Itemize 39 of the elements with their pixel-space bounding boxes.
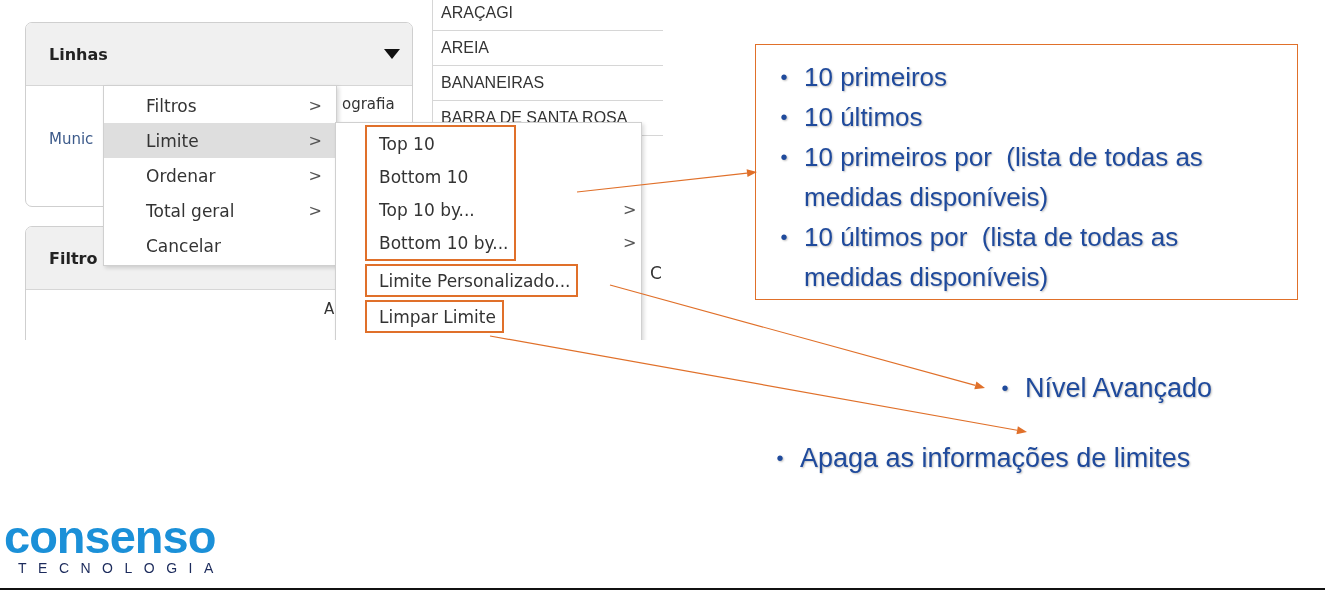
bullet-text: 10 primeiros	[804, 61, 948, 94]
bullet-text: 10 primeiros por (lista de todas as medidas disponíveis)	[804, 141, 1204, 214]
menu-item[interactable]: Limite >	[104, 123, 336, 158]
bullet: •	[779, 105, 789, 130]
menu-item[interactable]: Filtros >	[104, 88, 336, 123]
note-text: Nível Avançado	[1025, 372, 1213, 405]
submenu-arrow: >	[308, 201, 322, 220]
submenu-arrow: >	[308, 131, 322, 150]
bullet: •	[775, 446, 785, 471]
submenu-arrow: >	[623, 233, 637, 252]
logo-tagline: TECNOLOGIA	[17, 560, 225, 576]
menu-item[interactable]: Cancelar	[104, 228, 336, 263]
column-header: A	[324, 300, 335, 318]
list-row[interactable]: AREIA	[433, 31, 663, 66]
panel-title: Linhas	[49, 44, 108, 64]
bullet-text: 10 últimos por (lista de todas as medidas disponíveis)	[804, 221, 1180, 294]
menu-item[interactable]: Ordenar >	[104, 158, 336, 193]
caret-down-icon[interactable]	[384, 49, 400, 59]
bullet-text: 10 últimos	[804, 101, 923, 134]
panel-title: Filtro	[49, 248, 98, 268]
list-row[interactable]: ARAÇAGI	[433, 0, 663, 31]
field-label: Munic	[49, 130, 94, 148]
menu-item[interactable]: Limite Personalizado...	[379, 266, 571, 295]
table-cell: C	[650, 263, 662, 283]
note-text: Apaga as informações de limites	[800, 442, 1191, 475]
bullet: •	[779, 145, 789, 170]
menu-item[interactable]: Bottom 10	[379, 160, 509, 193]
submenu-arrow: >	[308, 166, 322, 185]
menu-item[interactable]: Total geral >	[104, 193, 336, 228]
submenu-arrow: >	[623, 200, 637, 219]
bullet: •	[779, 225, 789, 250]
logo-name: consenso	[4, 514, 217, 560]
menu-item[interactable]: Limpar Limite	[379, 302, 496, 331]
submenu-arrow: >	[308, 96, 322, 115]
bullet: •	[1000, 376, 1010, 401]
bullet: •	[779, 65, 789, 90]
menu-item[interactable]: Top 10	[379, 127, 509, 160]
list-row[interactable]: BANANEIRAS	[433, 66, 663, 101]
column-header: ografia	[342, 95, 395, 113]
